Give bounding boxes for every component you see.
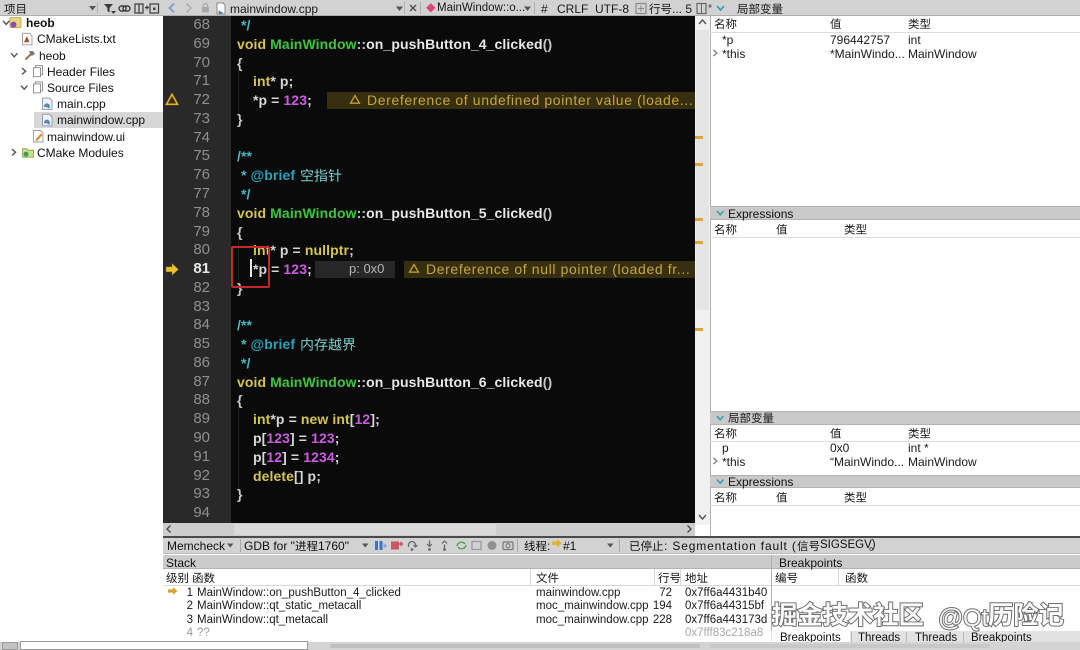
svg-text:Qt: Qt — [963, 605, 989, 632]
svg-text:@: @ — [938, 604, 963, 632]
